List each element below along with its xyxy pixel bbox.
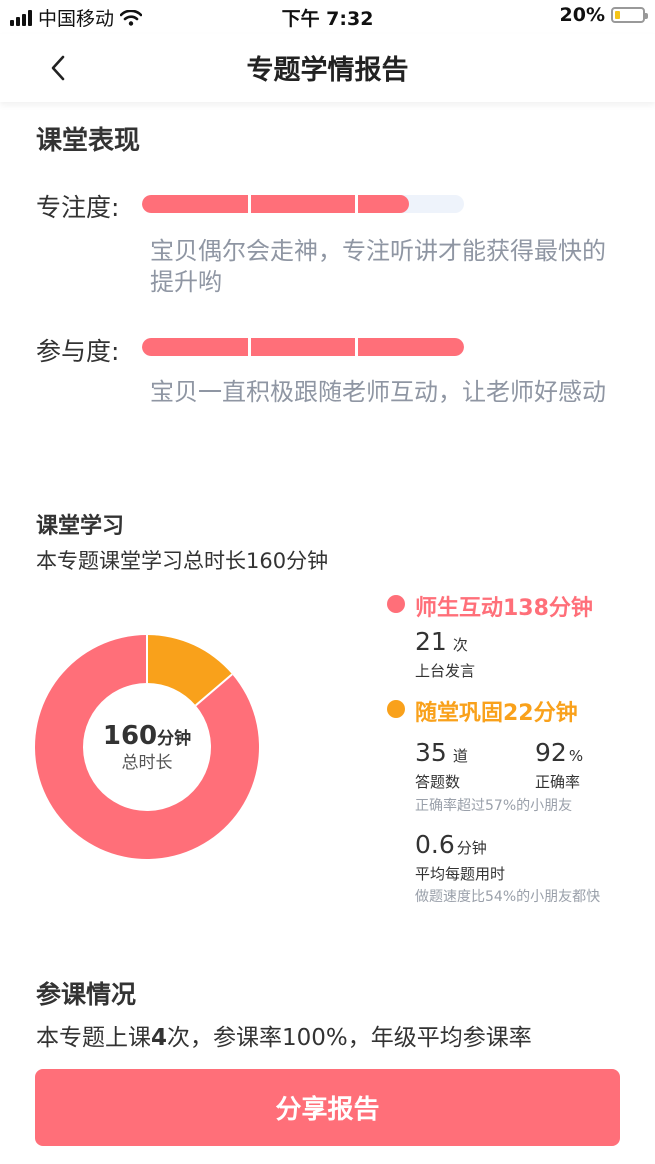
status-time: 下午 7:32 [281,8,374,30]
practice-legend-dot [387,700,405,718]
attendance-summary-suffix: 次，参课率100%，年级平均参课率 [167,1025,532,1051]
question-count-value: 35 [415,738,447,767]
accuracy-value: 92 [535,738,567,767]
speed-note: 做题速度比54%的小朋友都快 [415,889,601,905]
attendance-title: 参课情况 [36,980,137,1009]
question-count: 35 道 [415,738,468,767]
learning-summary: 本专题课堂学习总时长160分钟 [36,549,329,573]
attendance-summary: 本专题上课4次，参课率100%，年级平均参课率 [36,1018,532,1052]
avg-time-value: 0.6 [415,830,455,859]
nav-bar: 专题学情报告 [0,34,655,102]
speak-count-unit: 次 [452,636,468,654]
focus-bar-fill [142,195,410,213]
learning-title: 课堂学习 [36,514,125,539]
donut-total: 160分钟 [103,721,191,751]
focus-bar [142,195,464,213]
question-count-label: 答题数 [415,773,461,791]
focus-label: 专注度: [36,193,120,222]
donut-total-unit: 分钟 [157,728,191,749]
accuracy-label: 正确率 [535,773,581,791]
focus-bar-divider [355,195,358,213]
interaction-legend-dot [387,595,405,613]
donut-total-value: 160 [103,721,157,751]
avg-time-unit: 分钟 [456,839,487,857]
attendance-summary-prefix: 本专题上课 [36,1025,151,1051]
battery-icon [611,7,648,23]
participation-bar-divider [355,338,358,356]
battery-level [615,11,621,19]
question-count-unit: 道 [452,747,468,765]
accuracy-unit: % [568,747,584,765]
accuracy: 92% [535,738,583,767]
attendance-count: 4 [151,1025,168,1051]
avg-time-label: 平均每题用时 [415,865,506,883]
performance-title: 课堂表现 [36,126,141,156]
practice-legend: 随堂巩固22分钟 [415,701,578,726]
speak-count-value: 21 [415,627,447,656]
focus-comment: 宝贝偶尔会走神，专注听讲才能获得最快的提升哟 [150,237,606,296]
participation-bar [142,338,464,356]
speak-count: 21 次 [415,627,468,656]
status-right: 20% [559,4,648,26]
participation-bar-fill [142,338,464,356]
speak-count-label: 上台发言 [415,662,476,680]
focus-bar-divider [248,195,251,213]
donut-total-label: 总时长 [122,753,173,773]
page-title: 专题学情报告 [246,55,409,86]
time-donut-chart: 160分钟 总时长 [35,635,259,859]
battery-percent: 20% [559,4,605,26]
status-bar: 中国移动 下午 7:32 20% [0,0,655,34]
avg-time: 0.6 分钟 [415,830,487,859]
participation-bar-divider [248,338,251,356]
participation-comment: 宝贝一直积极跟随老师互动，让老师好感动 [150,378,606,406]
interaction-legend: 师生互动138分钟 [415,596,593,621]
share-report-button[interactable]: 分享报告 [35,1069,620,1146]
accuracy-note: 正确率超过57%的小朋友 [415,798,573,814]
participation-label: 参与度: [36,337,120,366]
